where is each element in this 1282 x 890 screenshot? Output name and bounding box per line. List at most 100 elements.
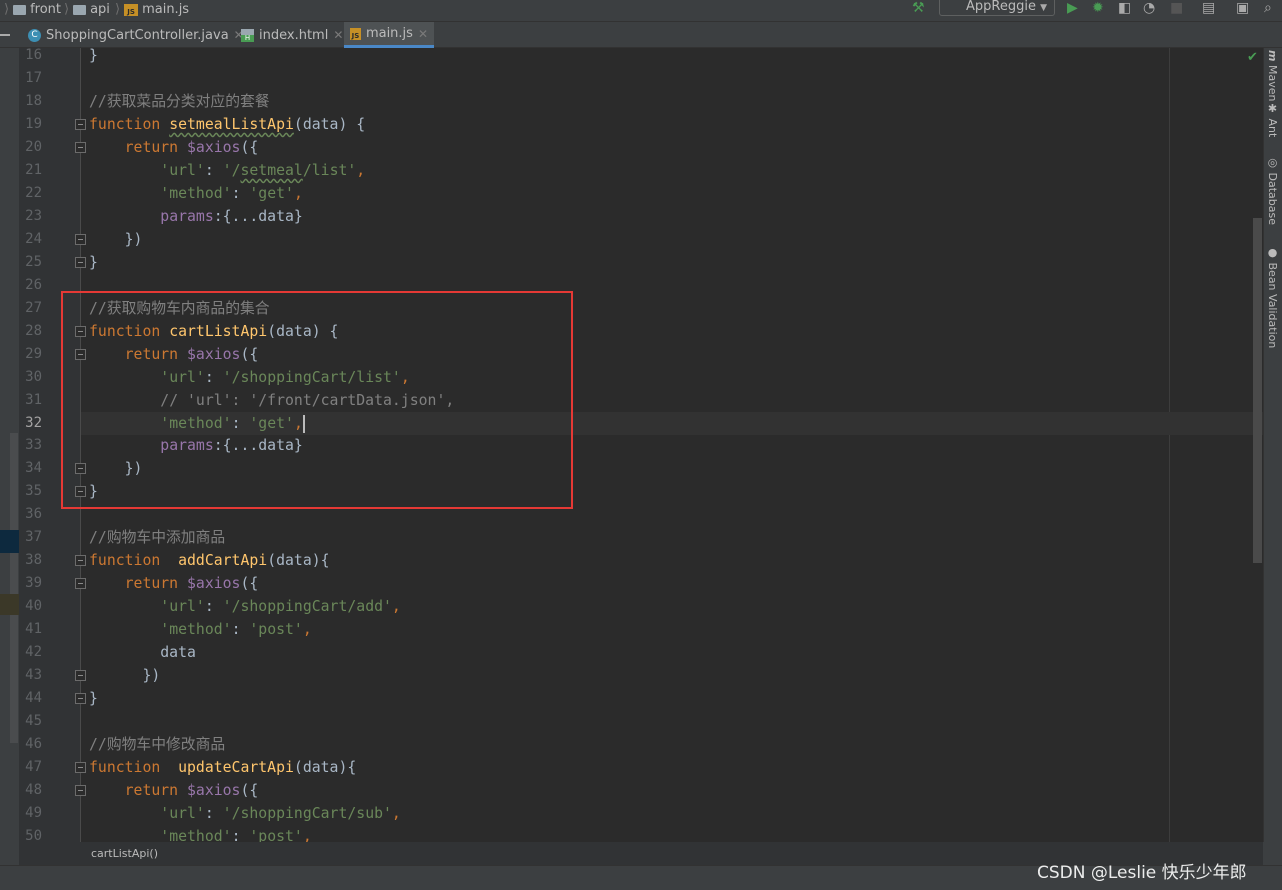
code-token: , — [302, 621, 312, 639]
code-line[interactable]: 'url': '/setmeal/list', — [89, 159, 365, 182]
code-line[interactable]: }) — [89, 228, 143, 251]
fold-toggle-icon[interactable] — [75, 141, 86, 153]
fold-toggle-icon[interactable] — [75, 555, 86, 567]
code-token: '/shoppingCart/sub' — [222, 805, 392, 822]
crumb-label: api — [90, 2, 110, 17]
coverage-icon[interactable]: ◧ — [1118, 0, 1131, 16]
line-number: 38 — [25, 552, 42, 569]
code-line[interactable]: 'method': 'post', — [89, 825, 311, 842]
tool-window-maven[interactable]: m Maven — [1266, 50, 1279, 101]
fold-toggle-icon[interactable] — [75, 693, 86, 705]
code-line[interactable]: function updateCartApi(data){ — [89, 756, 356, 779]
tool-label: Maven — [1266, 64, 1279, 102]
code-token: 'method' — [160, 827, 232, 842]
line-number: 19 — [25, 115, 42, 132]
nav-crumb-api[interactable]: ⟩ api — [64, 2, 110, 17]
maven-icon: m — [1266, 50, 1279, 62]
code-token: return — [124, 138, 187, 156]
code-line[interactable]: return $axios({ — [89, 779, 259, 802]
crumb-label: front — [30, 2, 62, 17]
terminal-icon[interactable]: ▣ — [1236, 0, 1249, 16]
code-line[interactable]: } — [89, 687, 98, 710]
code-line[interactable]: function addCartApi(data){ — [89, 549, 330, 572]
code-line[interactable]: //获取菜品分类对应的套餐 — [89, 90, 270, 113]
code-line[interactable]: data — [89, 641, 196, 664]
code-line[interactable]: return $axios({ — [89, 572, 259, 595]
editor-scrollbar[interactable] — [1253, 218, 1262, 563]
code-token: (data){ — [267, 552, 330, 570]
function-breadcrumb[interactable]: cartListApi() — [91, 847, 158, 860]
code-line[interactable]: } — [89, 251, 98, 274]
code-line[interactable]: }) — [89, 664, 160, 687]
line-number: 41 — [25, 621, 42, 638]
code-token: data — [89, 644, 196, 662]
code-line[interactable]: 'url': '/shoppingCart/sub', — [89, 802, 401, 825]
code-token: function — [89, 115, 170, 133]
code-token: '/ — [222, 161, 241, 179]
tool-window-ant[interactable]: ✱ Ant — [1266, 102, 1279, 137]
tool-window-bean-validation[interactable]: ● Bean Validation — [1266, 246, 1279, 348]
fold-toggle-icon[interactable] — [75, 762, 86, 774]
code-line[interactable]: //购物车中添加商品 — [89, 526, 225, 549]
fold-toggle-icon[interactable] — [75, 118, 86, 130]
code-token: }) — [89, 667, 161, 685]
fold-toggle-icon[interactable] — [75, 578, 86, 590]
code-token: , — [356, 161, 366, 179]
search-icon[interactable]: ⌕ — [1264, 0, 1272, 16]
code-token: $axios — [187, 138, 241, 156]
code-token: updateCartApi — [178, 759, 294, 777]
inspection-ok-icon[interactable]: ✔ — [1247, 50, 1258, 65]
code-line[interactable]: 'url': '/shoppingCart/add', — [89, 595, 401, 618]
code-token: ({ — [240, 575, 259, 593]
line-number: 25 — [25, 253, 42, 270]
build-hammer-icon[interactable]: ⚒ — [912, 0, 925, 16]
code-line[interactable]: //购物车中修改商品 — [89, 733, 225, 756]
code-token: 'method' — [160, 184, 232, 202]
ant-icon: ✱ — [1266, 102, 1279, 115]
minimize-icon[interactable] — [0, 34, 10, 36]
code-line[interactable]: } — [89, 48, 98, 67]
line-number: 28 — [25, 322, 42, 339]
fold-toggle-icon[interactable] — [75, 785, 86, 797]
js-file-icon: JS — [124, 3, 139, 16]
line-number: 40 — [25, 598, 42, 615]
change-marker — [0, 594, 19, 615]
run-config-select[interactable]: AppReggie ▼ — [939, 0, 1055, 16]
nav-crumb-mainjs[interactable]: ⟩ JS main.js — [115, 2, 189, 17]
debug-icon[interactable]: ✹ — [1092, 0, 1104, 16]
tool-label: Bean Validation — [1266, 262, 1279, 349]
fold-toggle-icon[interactable] — [75, 256, 86, 268]
code-token: $axios — [187, 575, 241, 593]
tab-shoppingcartcontroller[interactable]: C ShoppingCartController.java ✕ — [22, 22, 250, 48]
line-number: 32 — [25, 414, 42, 431]
code-token: ({ — [240, 782, 259, 800]
run-icon[interactable]: ▶ — [1067, 0, 1078, 16]
line-number: 35 — [25, 483, 42, 500]
code-token: 'get' — [249, 184, 294, 202]
code-token: , — [391, 805, 401, 822]
code-line[interactable]: 'method': 'post', — [89, 618, 312, 641]
fold-toggle-icon[interactable] — [75, 670, 86, 682]
structure-scrollbar[interactable] — [10, 433, 18, 743]
code-line[interactable]: params:{...data} — [89, 205, 303, 228]
code-token: return — [124, 782, 187, 800]
tab-main-js[interactable]: JS main.js ✕ — [344, 22, 434, 48]
line-number: 47 — [25, 759, 42, 776]
code-token: : — [231, 184, 250, 202]
java-class-icon: C — [28, 28, 41, 42]
code-token: 'post' — [249, 621, 303, 639]
folder-icon — [13, 4, 27, 15]
fold-toggle-icon[interactable] — [75, 233, 86, 245]
nav-crumb-front[interactable]: ⟩ front — [4, 2, 61, 17]
stop-icon[interactable]: ■ — [1170, 0, 1183, 16]
profile-icon[interactable]: ◔ — [1143, 0, 1155, 16]
code-line[interactable]: 'method': 'get', — [89, 182, 303, 205]
code-line[interactable]: return $axios({ — [89, 136, 259, 159]
code-token: : — [231, 827, 250, 842]
close-icon[interactable]: ✕ — [333, 28, 343, 42]
code-line[interactable]: function setmealListApi(data) { — [89, 113, 365, 136]
project-structure-icon[interactable]: ▤ — [1202, 0, 1215, 16]
close-icon[interactable]: ✕ — [418, 27, 428, 41]
tab-index-html[interactable]: index.html ✕ — [235, 22, 349, 48]
tool-window-database[interactable]: ◎ Database — [1266, 156, 1279, 225]
